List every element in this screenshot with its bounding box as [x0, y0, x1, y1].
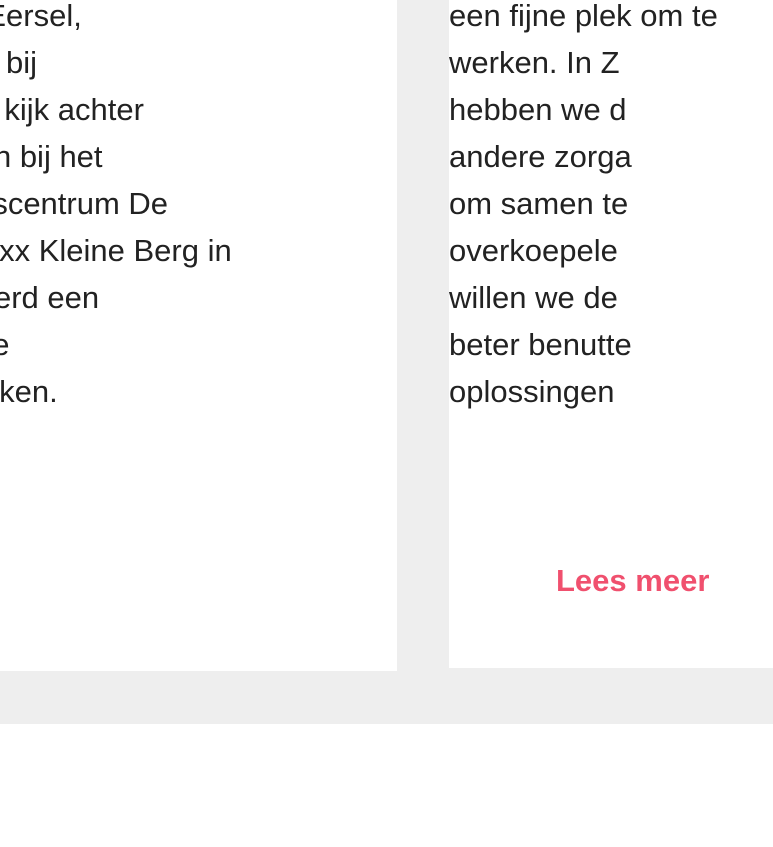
card-text-left: Gemeente Eersel, werkbezoek bij hebben e… [0, 0, 232, 415]
text-line: om samen te [449, 186, 629, 221]
read-more-link[interactable]: Lees meer [556, 563, 709, 599]
news-card-left: Gemeente Eersel, werkbezoek bij hebben e… [0, 0, 397, 671]
text-line: overkoepele [449, 233, 618, 268]
text-line: een fijne plek om te [449, 0, 718, 33]
text-line: andere zorga [449, 139, 632, 174]
text-line: werkbezoek bij [0, 45, 38, 80]
text-line: Dirk van Kinxx Kleine Berg in [0, 233, 232, 268]
text-line: geïnteresseerd een [0, 280, 100, 315]
text-line: werken. In Z [449, 45, 620, 80]
text-line: de schermen bij het [0, 139, 103, 174]
text-line: gezondheidscentrum De [0, 186, 169, 221]
text-line: beter benutte [449, 327, 632, 362]
text-line: willen we de [449, 280, 618, 315]
content-band: Gemeente Eersel, werkbezoek bij hebben e… [0, 0, 773, 724]
news-card-right: een fijne plek om te werken. In Z hebben… [449, 0, 773, 668]
text-line: hebben we d [449, 92, 627, 127]
text-line: oplossingen [449, 374, 615, 409]
text-line: hebben een kijk achter [0, 92, 144, 127]
text-line: wat gesprekken. [0, 374, 58, 409]
text-line: Gemeente Eersel, [0, 0, 82, 33]
text-line: aantal mooie [0, 327, 10, 362]
card-text-right: een fijne plek om te werken. In Z hebben… [449, 0, 718, 415]
